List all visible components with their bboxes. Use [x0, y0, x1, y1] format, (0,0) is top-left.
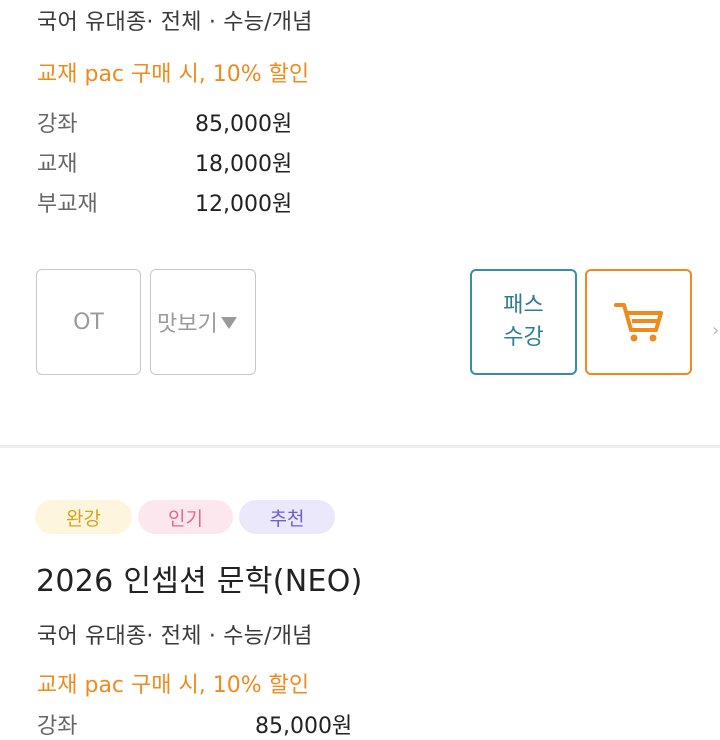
- add-to-cart-button[interactable]: [585, 269, 692, 375]
- triangle-down-icon: [220, 317, 237, 329]
- pass-label-line1: 패스: [503, 293, 544, 318]
- badge-popular: 인기: [138, 500, 233, 534]
- cart-icon: [613, 303, 663, 342]
- pass-label-line2: 수강: [503, 325, 544, 350]
- price-value: 12,000원: [195, 192, 293, 217]
- course-card: 국어 유대종· 전체 · 수능/개념 교재 pac 구매 시, 10% 할인 강…: [0, 0, 720, 446]
- price-row-lecture: 강좌 85,000원: [37, 708, 352, 740]
- price-label: 교재: [37, 152, 78, 177]
- price-value: 85,000원: [195, 112, 293, 137]
- pass-enroll-button[interactable]: 패스 수강: [470, 269, 577, 375]
- course-meta: 국어 유대종· 전체 · 수능/개념: [37, 624, 313, 649]
- price-label: 강좌: [37, 112, 78, 137]
- price-value: 85,000원: [255, 714, 353, 739]
- card-divider: [0, 445, 720, 448]
- preview-dropdown-button[interactable]: 맛보기: [150, 269, 256, 375]
- price-label: 강좌: [37, 714, 78, 739]
- promo-text: 교재 pac 구매 시, 10% 할인: [37, 673, 310, 698]
- badge-complete: 완강: [35, 500, 132, 534]
- course-meta: 국어 유대종· 전체 · 수능/개념: [37, 10, 313, 35]
- badge-recommend: 추천: [239, 500, 335, 534]
- price-value: 18,000원: [195, 152, 293, 177]
- promo-text: 교재 pac 구매 시, 10% 할인: [37, 62, 310, 87]
- course-title[interactable]: 2026 인셉션 문학(NEO): [36, 556, 363, 600]
- ot-label: OT: [73, 309, 104, 335]
- next-arrow-icon[interactable]: ›: [712, 320, 719, 341]
- ot-button[interactable]: OT: [36, 269, 141, 375]
- preview-label: 맛보기: [157, 312, 218, 337]
- price-label: 부교재: [37, 192, 98, 217]
